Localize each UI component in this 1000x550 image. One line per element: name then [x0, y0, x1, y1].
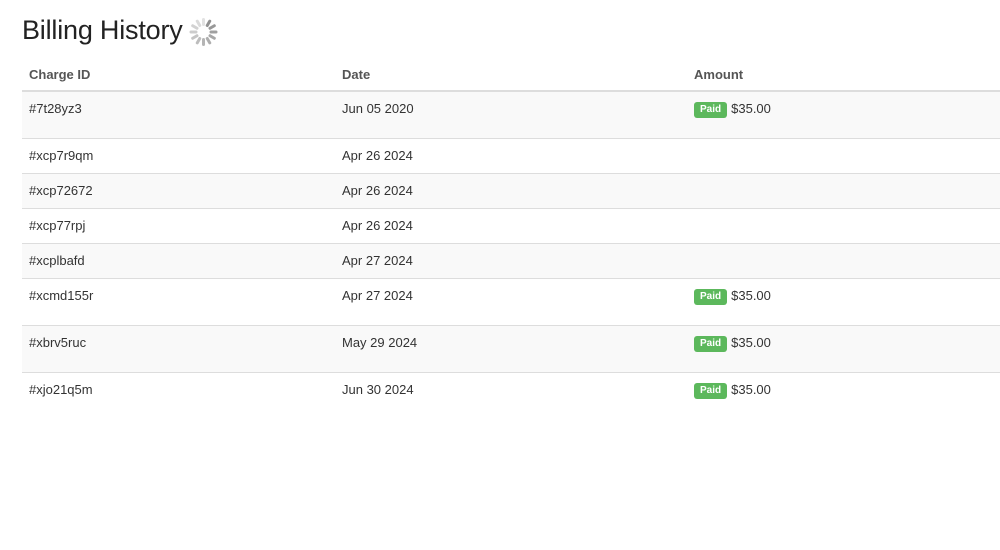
charge-id-cell: #xcp77rpj [22, 208, 335, 244]
paid-status-badge: Paid [694, 289, 728, 305]
amount-cell: Paid $35.00 [687, 91, 1000, 139]
date-cell: Apr 27 2024 [335, 278, 687, 326]
amount-value: $35.00 [731, 335, 771, 350]
date-cell: Apr 27 2024 [335, 243, 687, 279]
date-cell: Jun 05 2020 [335, 91, 687, 139]
date-cell: May 29 2024 [335, 325, 687, 373]
amount-value: $35.00 [731, 382, 771, 397]
amount-wrap: Paid $35.00 [694, 382, 771, 399]
charge-id-cell: #7t28yz3 [22, 91, 335, 139]
charge-id-cell: #xcplbafd [22, 243, 335, 279]
paid-status-badge: Paid [694, 102, 728, 118]
amount-value: $35.00 [731, 288, 771, 303]
spinner-tick [189, 30, 198, 34]
table-row: #xcmd155r Apr 27 2024 Paid $35.00 [22, 278, 1000, 326]
column-header-amount: Amount [687, 58, 1000, 92]
table-row: #xcp72672 Apr 26 2024 [22, 173, 1000, 209]
date-cell: Apr 26 2024 [335, 208, 687, 244]
table-row: #7t28yz3 Jun 05 2020 Paid $35.00 [22, 91, 1000, 139]
spinner-tick [202, 38, 206, 46]
amount-wrap: Paid $35.00 [694, 288, 771, 305]
charge-id-cell: #xcmd155r [22, 278, 335, 326]
amount-cell: Paid $35.00 [687, 372, 1000, 419]
amount-value: $35.00 [731, 101, 771, 116]
billing-table: Charge ID Date Amount #7t28yz3 Jun 05 202… [22, 58, 1000, 419]
charge-id-cell: #xcp72672 [22, 173, 335, 209]
page-title: Billing History [22, 15, 183, 45]
paid-status-badge: Paid [694, 383, 728, 399]
amount-cell: Paid $35.00 [687, 325, 1000, 373]
date-cell: Jun 30 2024 [335, 372, 687, 419]
column-header-date: Date [335, 58, 687, 92]
charge-id-cell: #xcp7r9qm [22, 138, 335, 174]
table-row: #xcplbafd Apr 27 2024 [22, 243, 1000, 279]
amount-cell [687, 243, 1000, 279]
charge-id-cell: #xbrv5ruc [22, 325, 335, 373]
column-header-charge-id: Charge ID [22, 58, 335, 92]
loading-spinner-icon [189, 17, 219, 47]
title-row: Billing History [22, 10, 219, 50]
amount-cell: Paid $35.00 [687, 278, 1000, 326]
table-row: #xcp7r9qm Apr 26 2024 [22, 138, 1000, 174]
paid-status-badge: Paid [694, 336, 728, 352]
amount-wrap: Paid $35.00 [694, 101, 771, 118]
table-row: #xbrv5ruc May 29 2024 Paid $35.00 [22, 325, 1000, 373]
table-row: #xcp77rpj Apr 26 2024 [22, 208, 1000, 244]
amount-wrap: Paid $35.00 [694, 335, 771, 352]
date-cell: Apr 26 2024 [335, 138, 687, 174]
amount-cell [687, 208, 1000, 244]
spinner-tick [209, 30, 218, 34]
table-header-row: Charge ID Date Amount [22, 58, 1000, 92]
amount-cell [687, 138, 1000, 174]
date-cell: Apr 26 2024 [335, 173, 687, 209]
table-row: #xjo21q5m Jun 30 2024 Paid $35.00 [22, 372, 1000, 419]
charge-id-cell: #xjo21q5m [22, 372, 335, 419]
table-body: #7t28yz3 Jun 05 2020 Paid $35.00 #xcp7r9qm Ap… [22, 91, 1000, 419]
amount-cell [687, 173, 1000, 209]
billing-history-page: Billing History Charge ID Date Amount #7… [0, 0, 1000, 550]
